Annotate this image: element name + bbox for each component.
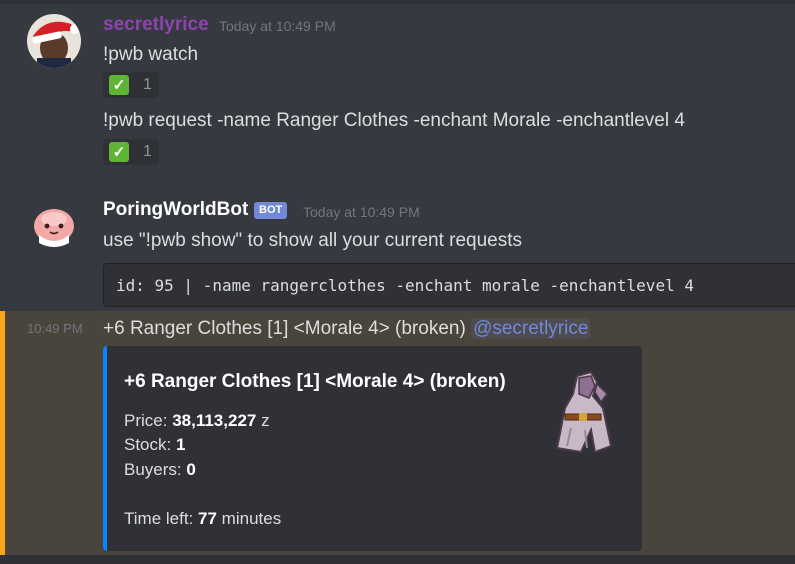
item-embed: +6 Ranger Clothes [1] <Morale 4> (broken… (103, 346, 642, 551)
mention-highlight-bar (0, 311, 5, 555)
price-value: 38,113,227 (172, 411, 257, 430)
buyers-label: Buyers: (124, 460, 182, 479)
username-poringworldbot[interactable]: PoringWorldBot (103, 199, 248, 221)
user-mention[interactable]: @secretlyrice (471, 318, 591, 339)
ranger-clothes-item-icon[interactable] (541, 368, 621, 458)
check-mark-icon: ✓ (109, 142, 129, 162)
user-avatar-secretlyrice[interactable] (27, 14, 81, 68)
price-field: Price: 38,113,227 z (124, 411, 270, 431)
bot-avatar-poringworldbot[interactable] (27, 199, 81, 253)
price-label: Price: (124, 411, 168, 430)
code-block: id: 95 | -name rangerclothes -enchant mo… (103, 263, 795, 307)
price-unit: z (261, 411, 270, 430)
time-left-field: Time left: 77 minutes (124, 509, 281, 529)
reaction-check[interactable]: ✓ 1 (103, 139, 159, 165)
message-text: !pwb watch (103, 44, 199, 65)
reaction-count: 1 (143, 76, 152, 93)
reaction-check[interactable]: ✓ 1 (103, 72, 159, 98)
stock-field: Stock: 1 (124, 435, 185, 455)
message-content: +6 Ranger Clothes [1] <Morale 4> (broken… (103, 318, 466, 339)
reaction-count: 1 (143, 143, 152, 160)
message-timestamp: Today at 10:49 PM (219, 18, 336, 34)
buyers-value: 0 (186, 460, 196, 479)
buyers-field: Buyers: 0 (124, 460, 196, 480)
username-text: secretlyrice (103, 14, 209, 35)
message-text: use "!pwb show" to show all your current… (103, 230, 523, 251)
stock-value: 1 (175, 435, 186, 454)
username-secretlyrice[interactable]: secretlyrice (103, 14, 209, 36)
stock-label: Stock: (124, 435, 172, 454)
time-left-label: Time left: (124, 509, 194, 528)
message-text: +6 Ranger Clothes [1] <Morale 4> (broken… (103, 318, 591, 340)
time-left-unit: minutes (221, 509, 282, 528)
bottom-divider (0, 555, 795, 564)
message-timestamp: 10:49 PM (27, 321, 83, 336)
top-divider (0, 0, 795, 4)
message-text: !pwb request -name Ranger Clothes -encha… (103, 110, 685, 131)
bot-badge: BOT (254, 202, 288, 219)
check-mark-icon: ✓ (109, 75, 129, 95)
embed-title: +6 Ranger Clothes [1] <Morale 4> (broken… (124, 371, 506, 392)
time-left-value: 77 (198, 509, 217, 528)
message-timestamp: Today at 10:49 PM (303, 204, 420, 220)
username-text: PoringWorldBot (103, 199, 249, 220)
embed-accent-bar (103, 346, 107, 551)
